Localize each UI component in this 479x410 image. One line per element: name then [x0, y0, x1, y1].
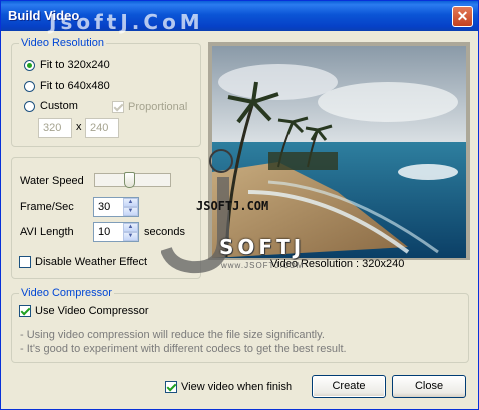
avi-length-spinner[interactable]: ▲ ▼	[123, 223, 138, 242]
radio-fit-320[interactable]: Fit to 320x240	[24, 59, 110, 71]
use-compressor-checkbox[interactable]: Use Video Compressor	[19, 305, 149, 317]
video-resolution-legend: Video Resolution	[19, 37, 106, 49]
spin-down-icon[interactable]: ▼	[123, 207, 138, 216]
proportional-check-indicator[interactable]	[112, 101, 124, 113]
proportional-checkbox[interactable]: Proportional	[112, 101, 187, 113]
use-compressor-check-indicator[interactable]	[19, 305, 31, 317]
close-icon: ✕	[456, 8, 469, 24]
disable-weather-label: Disable Weather Effect	[35, 256, 148, 268]
water-speed-thumb[interactable]	[123, 172, 135, 188]
custom-height-input[interactable]: 240	[85, 118, 119, 138]
avi-length-label: AVI Length	[20, 226, 74, 238]
watermark-brand: SOFTJ	[219, 235, 306, 259]
spin-up-icon[interactable]: ▲	[123, 198, 138, 207]
view-when-finish-label: View video when finish	[181, 381, 293, 393]
radio-custom-label: Custom	[40, 100, 78, 112]
watermark-small: www.JSOFTJ.COM	[221, 261, 305, 270]
water-speed-label: Water Speed	[20, 175, 84, 187]
radio-320-indicator[interactable]	[24, 59, 35, 71]
framesec-spinner[interactable]: ▲ ▼	[123, 198, 138, 217]
title-watermark: JsoftJ.CoM	[49, 10, 204, 34]
watermark-site: JSOFTJ.COM	[196, 199, 269, 213]
compressor-note-2: - It's good to experiment with different…	[20, 343, 347, 355]
compressor-note-1: - Using video compression will reduce th…	[20, 329, 325, 341]
radio-custom[interactable]: Custom	[24, 100, 78, 112]
proportional-label: Proportional	[128, 101, 188, 113]
framesec-label: Frame/Sec	[20, 201, 74, 213]
use-compressor-label: Use Video Compressor	[35, 305, 149, 317]
radio-320-label: Fit to 320x240	[40, 59, 110, 71]
jsoftj-watermark: JSOFTJ.COM SOFTJ www.JSOFTJ.COM	[161, 149, 351, 274]
title-bar[interactable]: Build Video JsoftJ.CoM ✕	[1, 1, 478, 34]
video-compressor-legend: Video Compressor	[19, 287, 114, 299]
radio-custom-indicator[interactable]	[24, 100, 35, 112]
disable-weather-check-indicator[interactable]	[19, 256, 31, 268]
build-video-window: Build Video JsoftJ.CoM ✕ Video Resolutio…	[0, 0, 479, 410]
view-when-finish-checkbox[interactable]: View video when finish	[165, 381, 292, 393]
radio-640-label: Fit to 640x480	[40, 80, 110, 92]
view-when-finish-check-indicator[interactable]	[165, 381, 177, 393]
disable-weather-checkbox[interactable]: Disable Weather Effect	[19, 256, 147, 268]
create-button[interactable]: Create	[312, 375, 386, 398]
custom-width-input[interactable]: 320	[38, 118, 72, 138]
close-window-button[interactable]: ✕	[452, 6, 473, 27]
close-button[interactable]: Close	[392, 375, 466, 398]
custom-x-separator: x	[76, 121, 82, 133]
spin-up-icon[interactable]: ▲	[123, 223, 138, 232]
spin-down-icon[interactable]: ▼	[123, 232, 138, 241]
radio-640-indicator[interactable]	[24, 80, 35, 92]
radio-fit-640[interactable]: Fit to 640x480	[24, 80, 110, 92]
